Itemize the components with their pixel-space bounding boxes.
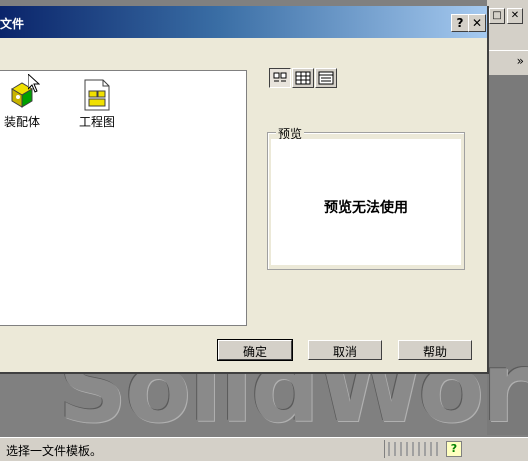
list-view-button[interactable] (292, 68, 314, 88)
details-view-button[interactable] (315, 68, 337, 88)
status-text: 选择一文件模板。 (6, 444, 103, 458)
preview-message: 预览无法使用 (324, 200, 408, 216)
app-toolbar: » (487, 50, 528, 76)
large-icons-button[interactable] (269, 68, 291, 88)
toolbar-overflow-chevron[interactable]: » (517, 55, 524, 67)
list-icon (295, 71, 311, 85)
details-icon (318, 71, 334, 85)
help-button[interactable]: ? (451, 14, 469, 32)
preview-area: 预览无法使用 (271, 139, 461, 265)
close-button[interactable]: ✕ (468, 14, 486, 32)
new-document-dialog: 文件 ? ✕ 装配体 工程图 预览 预览无法使用 确定 取消 帮助 (0, 6, 489, 374)
list-item-label: 装配体 (3, 115, 40, 129)
template-list[interactable]: 装配体 工程图 (0, 70, 247, 326)
help-icon[interactable]: ? (446, 441, 462, 457)
status-bar: 选择一文件模板。 ? (0, 437, 528, 461)
restore-window-button[interactable]: □ (489, 8, 505, 24)
list-item-drawing[interactable]: 工程图 (72, 79, 122, 130)
status-indicator (388, 442, 438, 456)
dialog-titlebar[interactable]: 文件 ? ✕ (0, 6, 487, 38)
close-window-button[interactable]: ✕ (507, 8, 523, 24)
help-dialog-button[interactable]: 帮助 (398, 340, 472, 360)
preview-group: 预览 预览无法使用 (267, 125, 465, 270)
ok-button[interactable]: 确定 (217, 339, 293, 361)
list-item-label: 工程图 (78, 115, 115, 129)
drawing-icon (83, 79, 111, 111)
dialog-title: 文件 (0, 17, 25, 31)
app-title-strip: □ ✕ (487, 0, 528, 53)
cancel-button[interactable]: 取消 (308, 340, 382, 360)
status-divider (384, 440, 385, 458)
large-icons-icon (273, 72, 287, 82)
